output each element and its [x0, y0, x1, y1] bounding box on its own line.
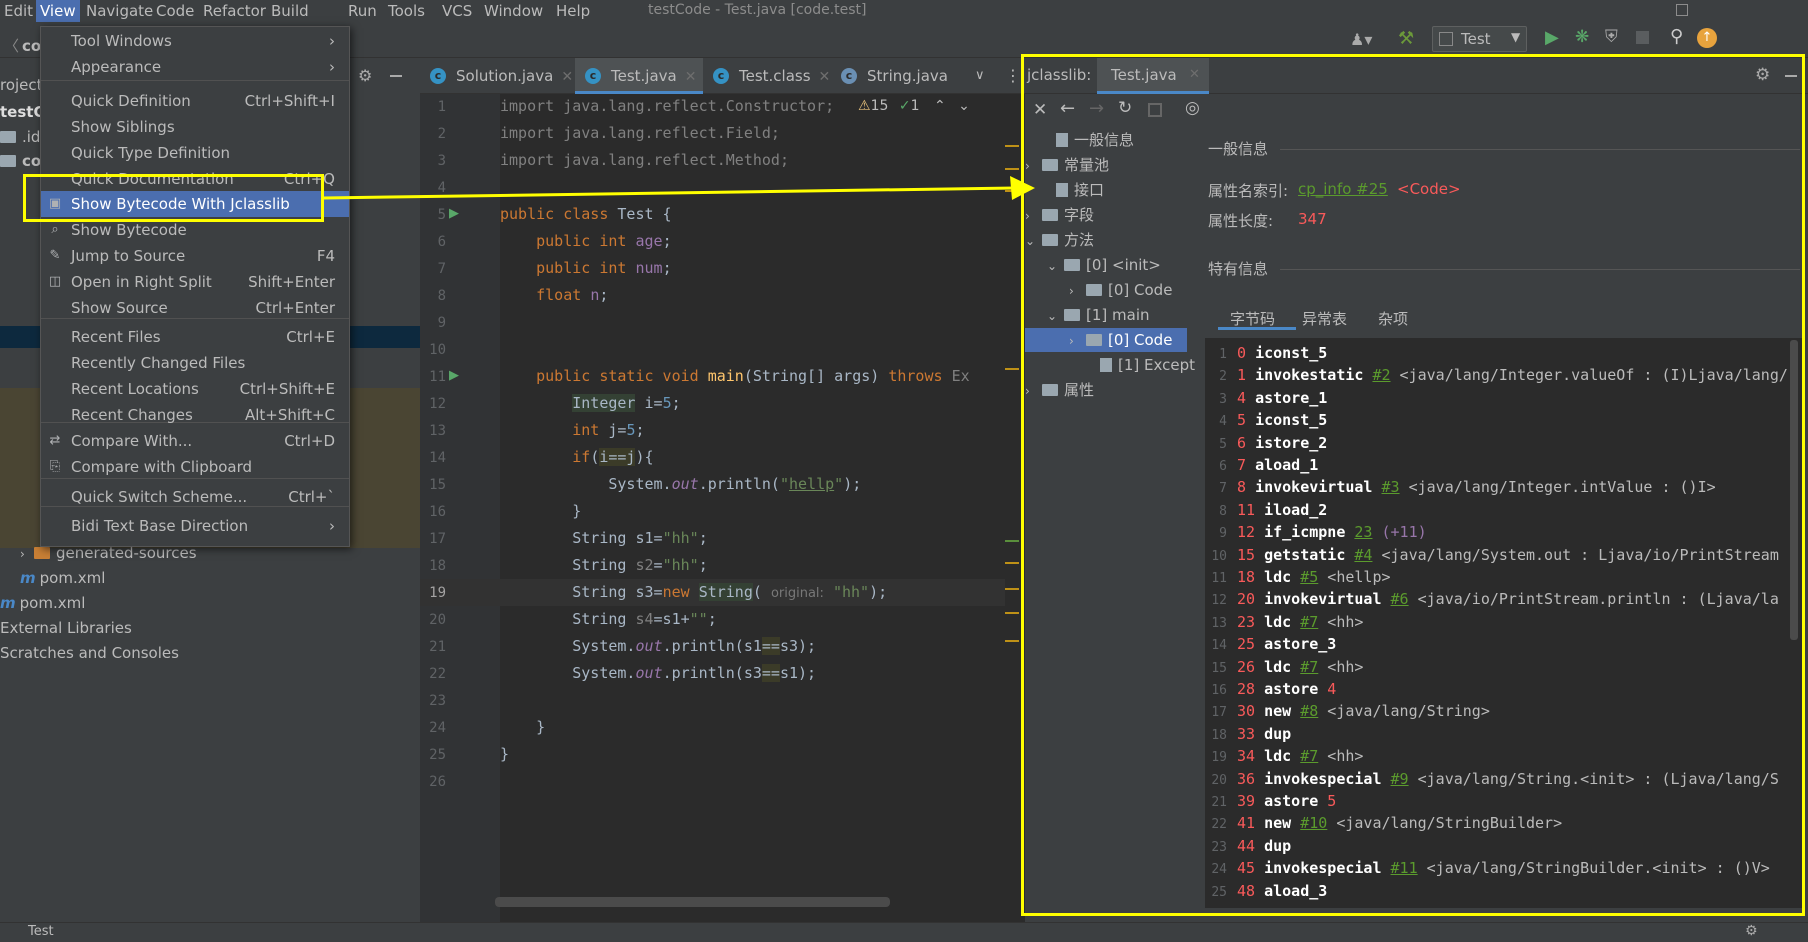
ide-window: { "menubar": { "items": ["Edit","View","… [0, 0, 1808, 942]
annotation-arrow [323, 176, 1035, 200]
